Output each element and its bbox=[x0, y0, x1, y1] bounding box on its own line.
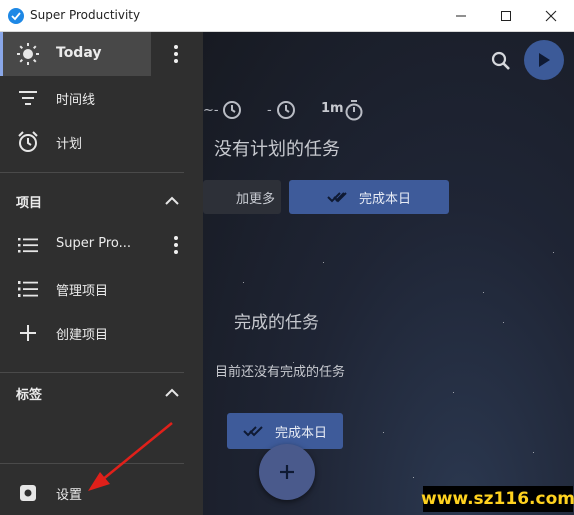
list-icon bbox=[16, 233, 40, 257]
no-done-tasks-text: 目前还没有完成的任务 bbox=[215, 365, 346, 380]
svg-text:-: - bbox=[267, 103, 272, 118]
finish-day-label-2: 完成本日 bbox=[274, 425, 327, 441]
chevron-up-icon bbox=[160, 189, 184, 217]
plus-icon bbox=[280, 465, 294, 479]
sidebar-item-timeline[interactable]: 时间线 bbox=[0, 76, 203, 120]
active-indicator bbox=[0, 32, 3, 76]
tags-section-header[interactable]: 标签 bbox=[0, 371, 203, 415]
stopwatch-icon bbox=[345, 100, 363, 121]
add-icon bbox=[16, 321, 40, 345]
sidebar-item-create-project-label: 创建项目 bbox=[56, 328, 109, 343]
sidebar-item-manage-projects-label: 管理项目 bbox=[56, 284, 109, 299]
main-content: ~- - 1m 没有计划的任务 加更多 完成本日 完成的任务 目前还没有完成的任… bbox=[203, 32, 574, 515]
sidebar-divider bbox=[0, 172, 184, 173]
estimate-toolbar: ~- - 1m bbox=[203, 98, 574, 122]
sidebar-item-plan[interactable]: 计划 bbox=[0, 120, 203, 164]
estimate-remaining-icon[interactable]: ~- bbox=[203, 98, 245, 126]
minimize-button[interactable] bbox=[438, 0, 484, 31]
done-all-icon bbox=[327, 192, 347, 203]
window-title: Super Productivity bbox=[30, 8, 141, 22]
chevron-up-icon bbox=[160, 381, 184, 409]
sun-icon bbox=[16, 42, 40, 66]
watermark: www.sz116.com bbox=[421, 486, 574, 512]
sidebar-item-project-label: Super Pro... bbox=[56, 236, 132, 251]
svg-text:~-: ~- bbox=[203, 103, 219, 118]
sidebar-item-today-label: Today bbox=[56, 45, 102, 61]
done-tasks-title: 完成的任务 bbox=[234, 313, 319, 333]
add-more-label: 加更多 bbox=[235, 191, 275, 207]
today-more-icon[interactable] bbox=[164, 42, 188, 66]
time-left-icon[interactable]: - bbox=[267, 98, 301, 126]
play-icon bbox=[539, 53, 550, 67]
sidebar-item-plan-label: 计划 bbox=[56, 137, 83, 152]
done-all-icon bbox=[243, 426, 263, 437]
app-logo-icon bbox=[8, 8, 24, 24]
estimate-badge: 1m bbox=[321, 101, 344, 116]
tags-header-label: 标签 bbox=[16, 388, 43, 403]
gear-icon bbox=[16, 481, 40, 505]
play-button[interactable] bbox=[524, 40, 564, 80]
search-icon[interactable] bbox=[490, 50, 512, 76]
sidebar-item-settings-label: 设置 bbox=[56, 488, 83, 503]
maximize-button[interactable] bbox=[483, 0, 529, 31]
sidebar: Today 时间线 计划 项目 Super Pro... 管理项目 创建项目 标… bbox=[0, 32, 203, 515]
no-planned-tasks-text: 没有计划的任务 bbox=[214, 139, 340, 160]
title-bar: Super Productivity bbox=[0, 0, 574, 32]
alarm-icon bbox=[16, 130, 40, 154]
sidebar-divider bbox=[0, 463, 184, 464]
sidebar-item-today[interactable]: Today bbox=[0, 32, 151, 76]
sort-icon bbox=[16, 86, 40, 110]
numbered-list-icon bbox=[16, 277, 40, 301]
finish-day-button[interactable]: 完成本日 bbox=[289, 180, 449, 214]
projects-header-label: 项目 bbox=[16, 196, 43, 211]
projects-section-header[interactable]: 项目 bbox=[0, 179, 203, 223]
sidebar-item-timeline-label: 时间线 bbox=[56, 93, 96, 108]
close-button[interactable] bbox=[528, 0, 574, 31]
project-more-icon[interactable] bbox=[164, 233, 188, 257]
sidebar-item-settings[interactable]: 设置 bbox=[0, 471, 203, 515]
add-task-fab[interactable] bbox=[259, 444, 315, 500]
sidebar-item-create-project[interactable]: 创建项目 bbox=[0, 311, 203, 355]
sidebar-item-manage-projects[interactable]: 管理项目 bbox=[0, 267, 203, 311]
finish-day-label: 完成本日 bbox=[358, 191, 411, 207]
add-more-button[interactable]: 加更多 bbox=[203, 180, 281, 214]
